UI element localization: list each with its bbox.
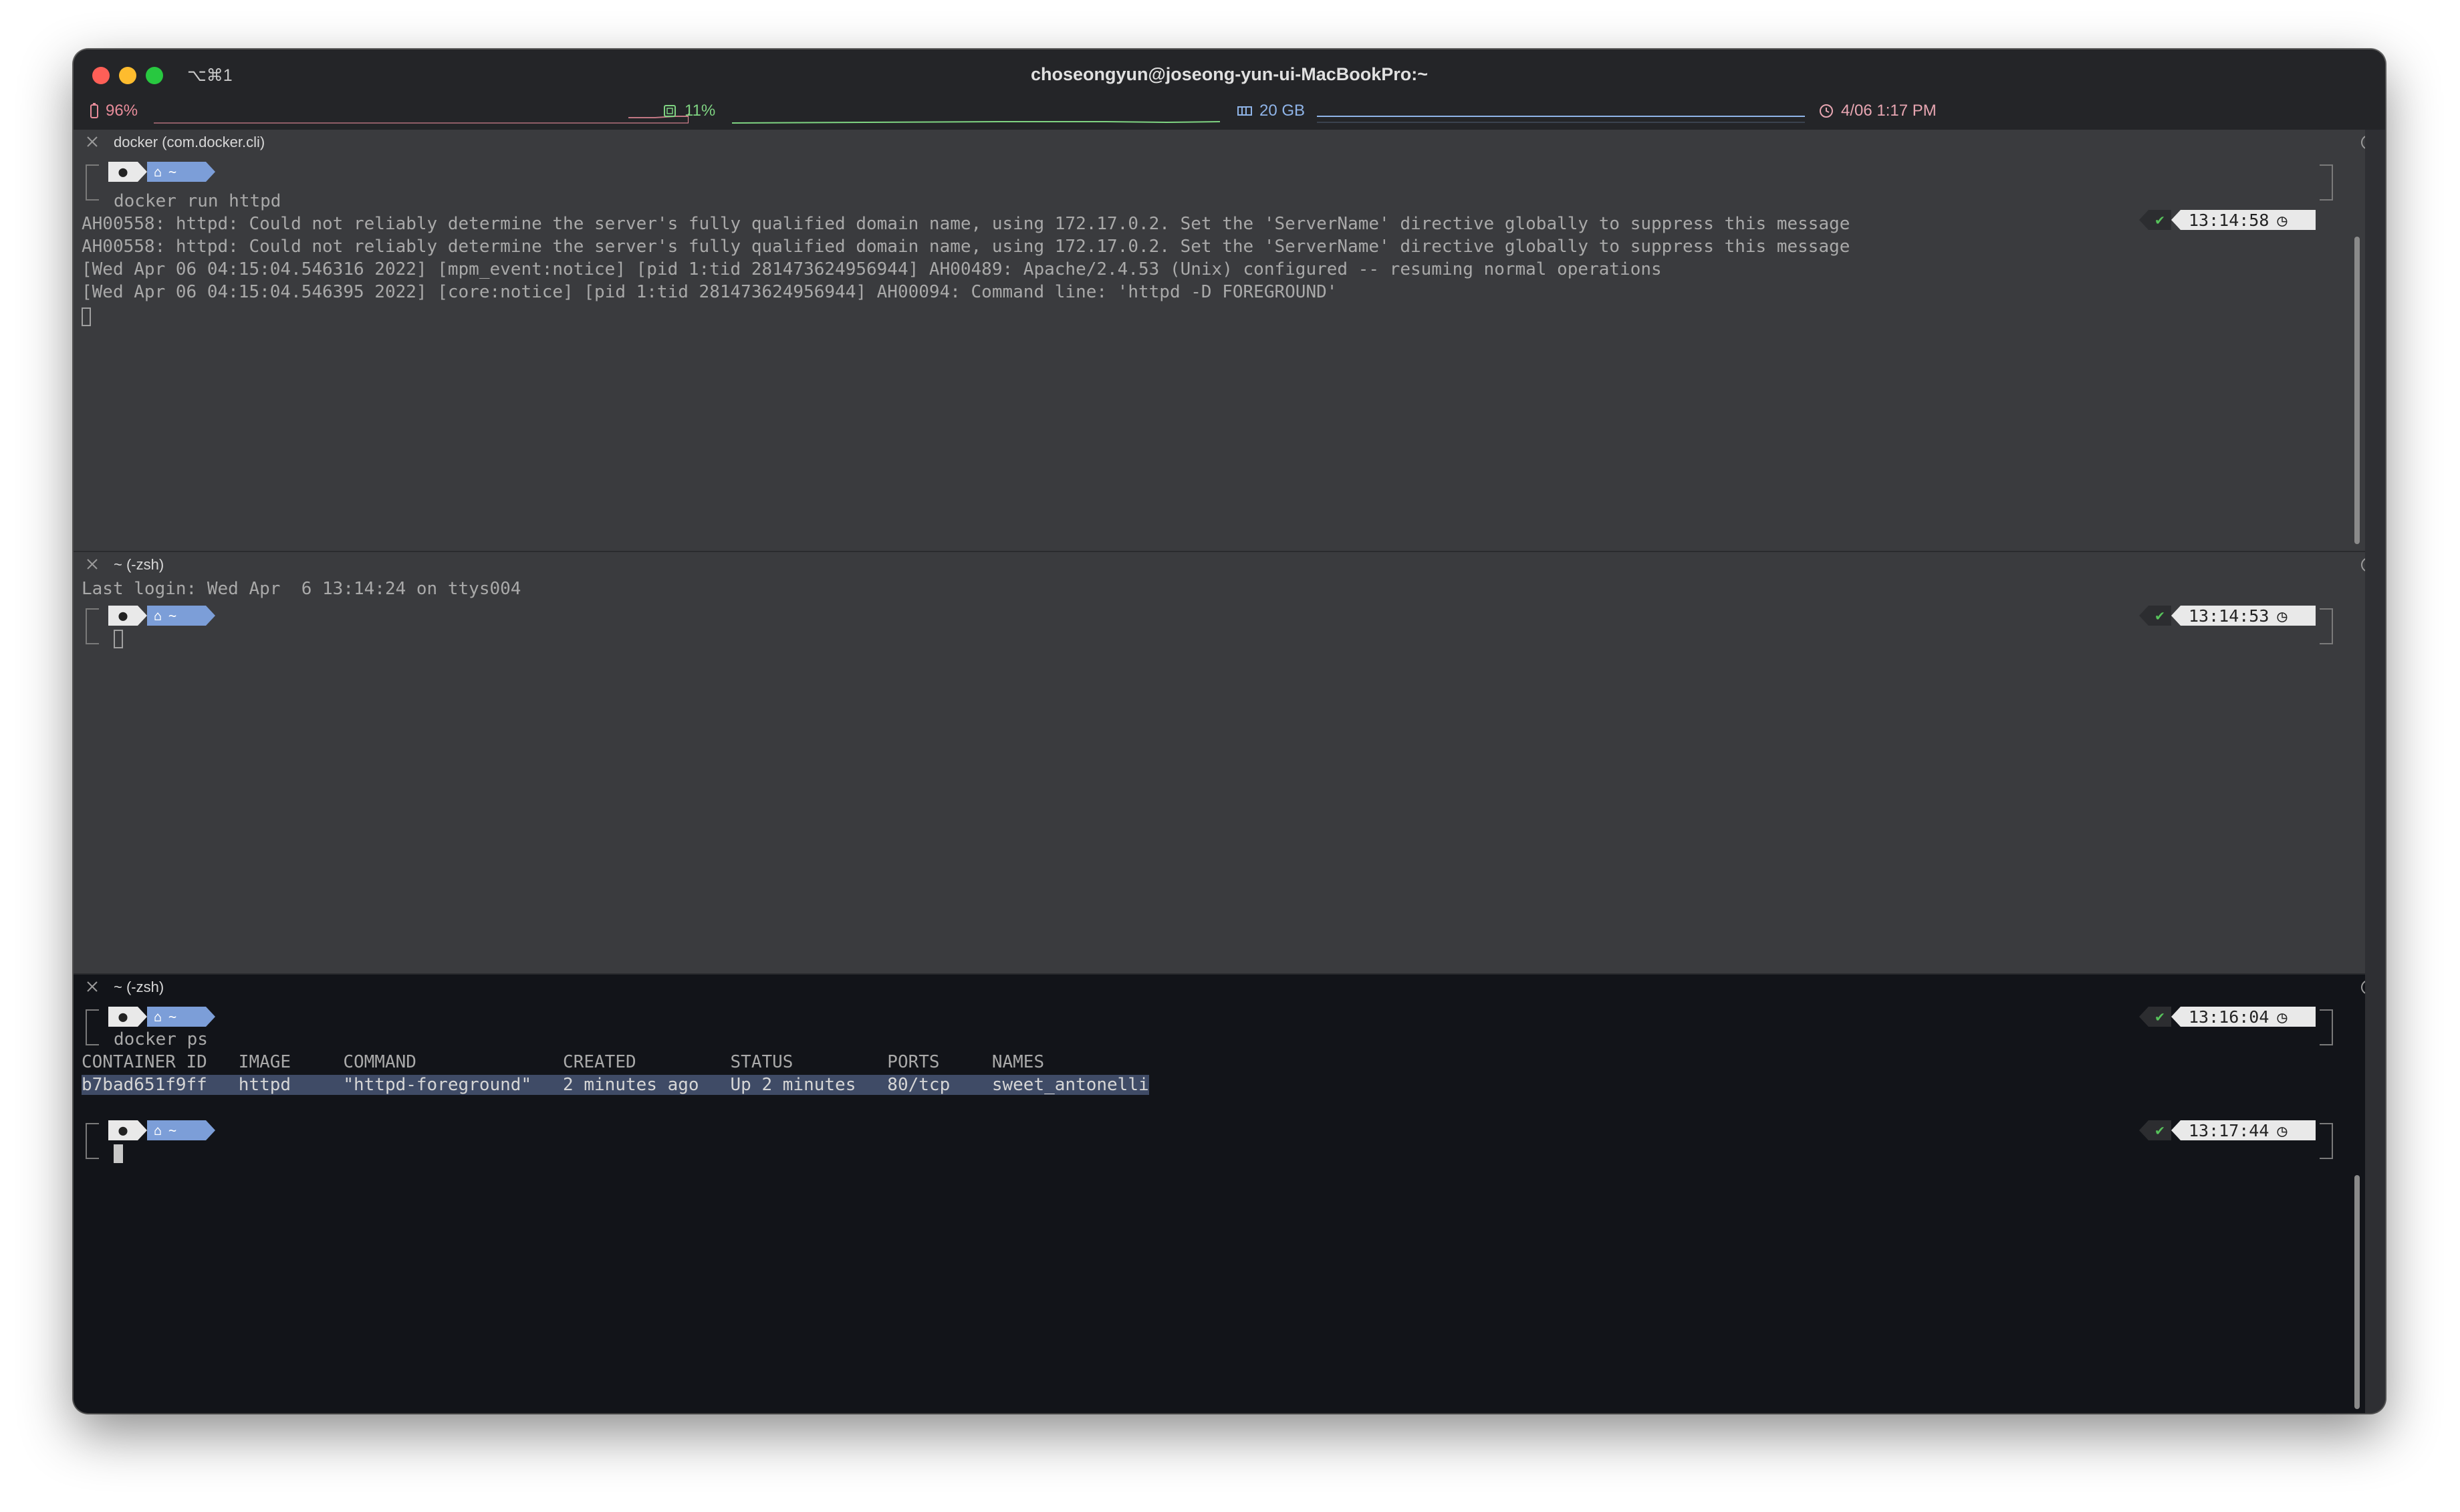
prompt-bracket xyxy=(86,608,99,644)
cpu-percent: 11% xyxy=(685,102,716,120)
prompt-bracket-right xyxy=(2320,1009,2333,1045)
output-line: AH00558: httpd: Could not reliably deter… xyxy=(82,214,1850,234)
prompt-bracket-right xyxy=(2320,164,2333,201)
prompt-dir-segment: ⌂ ~ xyxy=(147,1007,206,1027)
pane-title: ~ (-zsh) xyxy=(114,979,164,995)
memory-usage: 20 GB xyxy=(1259,102,1306,120)
prompt-time: 13:16:04 ◷ xyxy=(2181,1007,2316,1027)
success-check-icon: ✔ xyxy=(2148,606,2171,626)
command-line: docker ps xyxy=(114,1029,208,1049)
output-line: [Wed Apr 06 04:15:04.546316 2022] [mpm_e… xyxy=(82,259,1662,279)
memory-graph xyxy=(1317,116,1805,123)
terminal-cursor xyxy=(114,1144,123,1163)
clock-icon xyxy=(1820,104,1833,118)
prompt-bracket xyxy=(86,164,99,201)
home-icon: ⌂ xyxy=(154,1009,162,1025)
prompt-time: 13:14:53 ◷ xyxy=(2181,606,2316,626)
memory-icon xyxy=(1237,106,1252,116)
battery-percent: 96% xyxy=(106,102,138,120)
scrollbar[interactable] xyxy=(2345,156,2365,551)
scroll-thumb[interactable] xyxy=(2354,237,2360,544)
prompt-bracket-right xyxy=(2320,608,2333,644)
status-bar: 96% 11% 20 GB 4/06 1:17 PM xyxy=(74,102,2385,126)
output-line: [Wed Apr 06 04:15:04.546395 2022] [core:… xyxy=(82,282,1338,302)
home-icon: ⌂ xyxy=(154,608,162,624)
apple-icon: ● xyxy=(108,1120,138,1140)
prompt-bracket-right xyxy=(2320,1123,2333,1159)
pane-title: docker (com.docker.cli) xyxy=(114,134,265,150)
pane-header: ~ (-zsh) xyxy=(74,975,2376,1001)
close-icon[interactable] xyxy=(84,556,100,572)
pane-header: ~ (-zsh) xyxy=(74,552,2376,579)
scroll-thumb[interactable] xyxy=(2354,1175,2360,1409)
command-line: docker run httpd xyxy=(114,191,281,211)
clock-status: 4/06 1:17 PM xyxy=(1818,102,1937,120)
pane-docker-run[interactable]: docker (com.docker.cli) ● ⌂ ~ docker run … xyxy=(74,130,2376,551)
close-icon[interactable] xyxy=(84,134,100,150)
success-check-icon: ✔ xyxy=(2148,1007,2171,1027)
clock-icon: ◷ xyxy=(2277,606,2288,626)
prompt-dir-segment: ⌂ ~ xyxy=(147,162,206,182)
clock-icon: ◷ xyxy=(2277,1120,2288,1140)
last-login-line: Last login: Wed Apr 6 13:14:24 on ttys00… xyxy=(82,579,521,599)
cpu-icon xyxy=(664,105,676,117)
window-title: choseongyun@joseong-yun-ui-MacBookPro:~ xyxy=(1030,64,1429,84)
battery-icon xyxy=(90,103,98,118)
right-gutter xyxy=(2365,130,2385,1413)
apple-icon: ● xyxy=(108,162,138,182)
prompt-time: 13:14:58 ◷ xyxy=(2181,210,2316,230)
table-header: CONTAINER ID IMAGE COMMAND CREATED STATU… xyxy=(82,1052,1045,1072)
memory-status: 20 GB xyxy=(1237,102,1305,120)
cpu-status: 11% xyxy=(662,102,715,120)
pane-zsh-1[interactable]: ~ (-zsh) Last login: Wed Apr 6 13:14:24 … xyxy=(74,552,2376,973)
output-line: AH00558: httpd: Could not reliably deter… xyxy=(82,237,1850,257)
success-check-icon: ✔ xyxy=(2148,210,2171,230)
prompt-dir-segment: ⌂ ~ xyxy=(147,606,206,626)
terminal-cursor xyxy=(82,307,91,326)
clock-icon: ◷ xyxy=(2277,1007,2288,1027)
pane-title: ~ (-zsh) xyxy=(114,556,164,573)
terminal-cursor xyxy=(114,630,123,648)
pane-header: docker (com.docker.cli) xyxy=(74,130,2376,156)
home-icon: ⌂ xyxy=(154,1122,162,1138)
title-bar: ⌥⌘1 choseongyun@joseong-yun-ui-MacBookPr… xyxy=(74,49,2385,130)
battery-status: 96% xyxy=(90,102,138,120)
prompt-dir-segment: ⌂ ~ xyxy=(147,1120,206,1140)
home-icon: ⌂ xyxy=(154,164,162,180)
success-check-icon: ✔ xyxy=(2148,1120,2171,1140)
clock-time: 4/06 1:17 PM xyxy=(1841,102,1937,120)
terminal-window: ⌥⌘1 choseongyun@joseong-yun-ui-MacBookPr… xyxy=(74,49,2385,1413)
clock-icon: ◷ xyxy=(2277,210,2288,230)
scrollbar[interactable] xyxy=(2345,1001,2365,1409)
battery-graph xyxy=(154,114,689,124)
apple-icon: ● xyxy=(108,606,138,626)
cpu-graph xyxy=(732,121,1220,124)
pane-zsh-2[interactable]: ~ (-zsh) ● ⌂ ~ docker ps CONTAINER ID IMA… xyxy=(74,975,2376,1413)
prompt-time: 13:17:44 ◷ xyxy=(2181,1120,2316,1140)
close-icon[interactable] xyxy=(84,979,100,995)
table-row[interactable]: b7bad651f9ff httpd "httpd-foreground" 2 … xyxy=(82,1075,1149,1095)
prompt-bracket xyxy=(86,1009,99,1045)
apple-icon: ● xyxy=(108,1007,138,1027)
prompt-bracket xyxy=(86,1123,99,1159)
